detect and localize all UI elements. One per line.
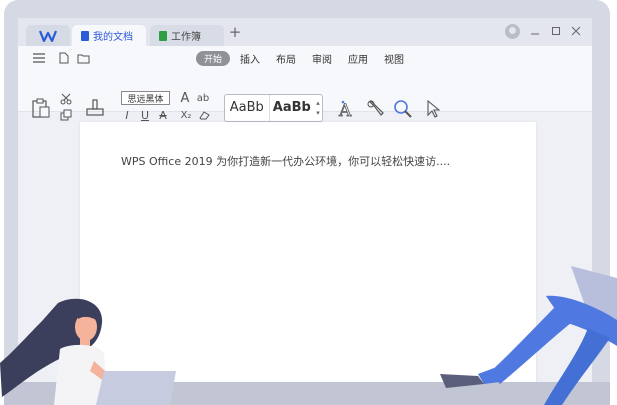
style-presets: AaBb AaBb ▴ ▾ [224,94,323,122]
minimize-icon [531,33,539,35]
select-icon[interactable] [423,98,443,120]
new-file-icon[interactable] [58,51,70,65]
wps-logo-tab[interactable] [26,25,70,46]
document-text[interactable]: WPS Office 2019 为你打造新一代办公环境，你可以轻松快速访.... [121,153,450,169]
paste-icon[interactable] [30,96,52,120]
italic-icon[interactable]: I [121,109,133,122]
man-illustration [440,266,617,405]
menu-apps[interactable]: 应用 [348,51,368,66]
copy-icon[interactable] [59,108,73,121]
tab-label: 我的文档 [93,32,133,43]
sheet-green-icon [159,30,167,41]
tab-bar: 我的文档 工作簿 + [18,18,592,46]
tools-icon[interactable] [365,98,387,120]
cut-icon[interactable] [59,92,73,105]
format-painter-icon[interactable] [84,96,106,120]
strikethrough-icon[interactable]: A [157,109,169,122]
style-scroll-icon[interactable]: ▴ ▾ [314,98,322,118]
close-button[interactable] [571,23,581,39]
menu-icon[interactable] [32,52,46,64]
close-icon [571,26,581,36]
menu-layout[interactable]: 布局 [276,51,296,66]
font-size-icon[interactable]: A [178,91,192,106]
menu-bar: 开始 插入 布局 审阅 应用 视图 [196,50,404,66]
tab-workbook[interactable]: 工作簿 [150,25,224,46]
text-effect-icon[interactable]: A [337,98,359,120]
menu-start[interactable]: 开始 [196,50,231,66]
tab-label: 工作簿 [171,32,201,43]
open-folder-icon[interactable] [76,51,90,65]
minimize-button[interactable] [530,23,540,39]
avatar[interactable] [505,24,520,39]
subscript-icon[interactable]: X₂ [178,109,194,121]
menu-view[interactable]: 视图 [384,51,404,66]
new-tab-button[interactable]: + [227,24,243,40]
find-icon[interactable] [392,98,414,120]
style-heading[interactable]: AaBb [270,95,315,121]
doc-blue-icon [81,30,89,41]
change-case-icon[interactable]: ab [195,91,211,105]
style-normal[interactable]: AaBb [225,95,270,121]
woman-illustration [0,298,176,405]
tab-my-documents[interactable]: 我的文档 [72,25,146,46]
maximize-icon [552,27,560,35]
menu-review[interactable]: 审阅 [312,51,332,66]
menu-insert[interactable]: 插入 [240,51,260,66]
underline-icon[interactable]: U [139,109,151,122]
maximize-button[interactable] [551,23,561,39]
wps-logo-icon [39,30,57,42]
svg-text:A: A [338,101,352,119]
clear-format-icon[interactable] [198,109,211,121]
font-family-select[interactable]: 思远黑体 [121,91,170,105]
ribbon-toolbar: 开始 插入 布局 审阅 应用 视图 思远黑体 A ab I U A X₂ AaB… [18,46,592,122]
